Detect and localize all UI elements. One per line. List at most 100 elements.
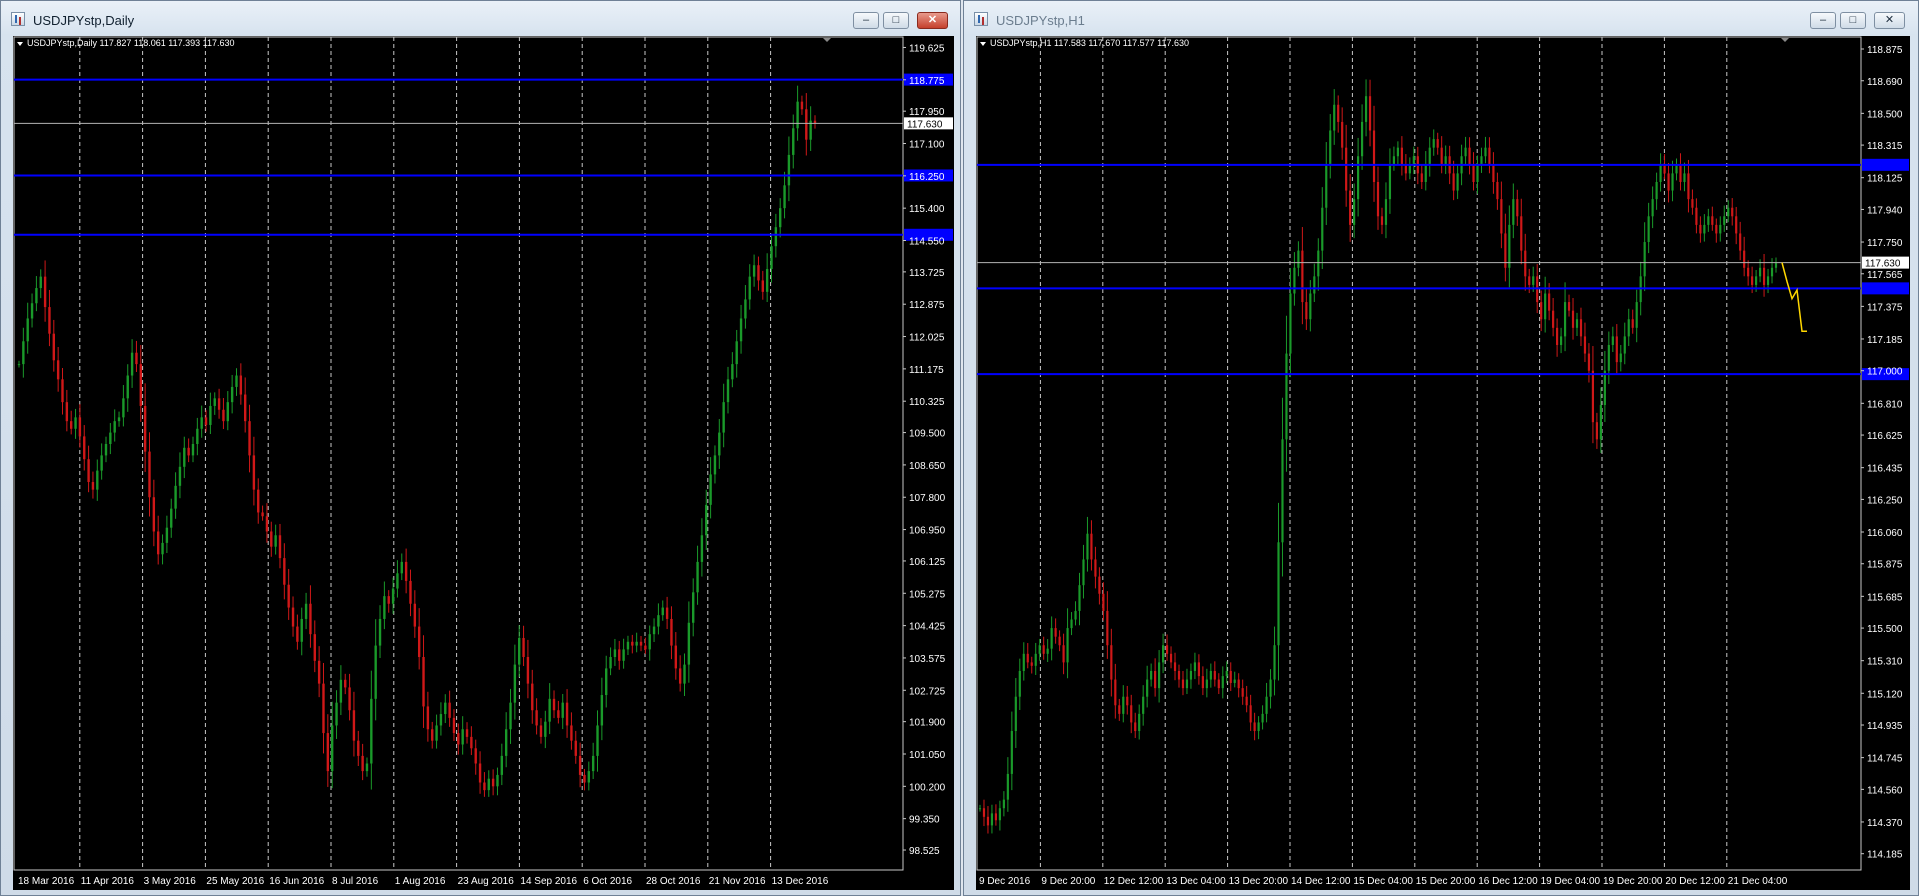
candle-body bbox=[1516, 199, 1519, 217]
y-axis-tick-label: 113.725 bbox=[909, 268, 945, 279]
y-axis-tick-label: 117.375 bbox=[1867, 302, 1903, 313]
candle-body bbox=[644, 645, 647, 650]
y-axis-tick-label: 118.690 bbox=[1867, 77, 1903, 88]
candle-body bbox=[1038, 645, 1041, 654]
candle-body bbox=[109, 432, 112, 444]
candle-body bbox=[1762, 267, 1766, 285]
candle-body bbox=[148, 451, 151, 498]
candle-body bbox=[287, 584, 290, 608]
x-axis-tick-label: 3 May 2016 bbox=[144, 876, 197, 887]
maximize-button[interactable]: □ bbox=[1840, 12, 1866, 29]
candle-body bbox=[1611, 336, 1614, 345]
chart-area-h1[interactable]: 9 Dec 2016 9 Dec 20:00 12 Dec 12:00 13 Dec … bbox=[976, 36, 1910, 890]
candle-body bbox=[1376, 181, 1380, 217]
candle-body bbox=[1436, 139, 1439, 148]
candle-body bbox=[104, 443, 108, 456]
candle-body bbox=[1102, 593, 1105, 611]
candle-body bbox=[1368, 96, 1372, 131]
candle-body bbox=[1412, 156, 1415, 165]
candle-body bbox=[1388, 164, 1392, 200]
x-axis-tick-label: 13 Dec 04:00 bbox=[1166, 876, 1226, 887]
y-axis-tick-label: 114.550 bbox=[909, 236, 945, 247]
candle-body bbox=[1173, 662, 1177, 671]
candle-body bbox=[478, 763, 482, 783]
y-axis-tick-label: 115.400 bbox=[909, 204, 945, 215]
candle-body bbox=[431, 729, 434, 741]
minimize-button[interactable]: – bbox=[853, 12, 879, 29]
candle-body bbox=[1695, 207, 1698, 225]
candle-body bbox=[1165, 645, 1169, 654]
candle-body bbox=[748, 276, 751, 300]
candle-body bbox=[1380, 216, 1384, 225]
candle-body bbox=[152, 497, 156, 532]
candle-body bbox=[678, 668, 682, 684]
candle-body bbox=[578, 755, 582, 775]
y-axis-tick-label: 116.250 bbox=[1867, 495, 1903, 506]
chart-header: USDJPYstp,Daily 117.827 118.061 117.393 … bbox=[27, 38, 234, 48]
candle-body bbox=[1428, 147, 1431, 165]
candle-body bbox=[78, 417, 82, 437]
candle-body bbox=[805, 109, 808, 140]
candle-body bbox=[1070, 619, 1073, 629]
title-bar[interactable]: USDJPYstp,H1 – □ ✕ bbox=[964, 1, 1918, 37]
candle-body bbox=[535, 710, 538, 726]
candle-body bbox=[570, 725, 573, 741]
close-button[interactable]: ✕ bbox=[1874, 12, 1905, 29]
candle-body bbox=[990, 813, 994, 826]
candle-body bbox=[1297, 250, 1300, 268]
candle-body bbox=[1014, 696, 1017, 732]
candle-body bbox=[1659, 164, 1662, 182]
candle-body bbox=[1177, 670, 1181, 680]
candle-body bbox=[1488, 147, 1491, 165]
candle-body bbox=[1464, 147, 1467, 157]
candle-body bbox=[1500, 199, 1503, 234]
candlestick-chart-daily[interactable]: 18 Mar 2016 11 Apr 2016 3 May 2016 25 May 2… bbox=[13, 36, 954, 890]
candle-body bbox=[978, 808, 982, 810]
candle-body bbox=[1357, 156, 1360, 200]
candle-body bbox=[757, 265, 760, 281]
candle-body bbox=[1392, 156, 1396, 165]
y-axis-tick-label: 109.500 bbox=[909, 429, 946, 440]
candle-body bbox=[787, 154, 791, 186]
candle-body bbox=[539, 725, 543, 737]
candle-body bbox=[1520, 216, 1523, 251]
candle-body bbox=[1755, 276, 1758, 285]
candle-body bbox=[1090, 533, 1093, 560]
candle-body bbox=[1257, 722, 1260, 732]
candle-body bbox=[291, 607, 295, 627]
chart-window-daily[interactable]: USDJPYstp,Daily – □ ✕ 18 Mar 2016 11 Apr … bbox=[0, 0, 961, 896]
maximize-button[interactable]: □ bbox=[883, 12, 909, 29]
candle-body bbox=[1042, 645, 1045, 654]
chart-header: USDJPYstp,H1 117.583 117.670 117.577 117… bbox=[990, 38, 1189, 48]
minimize-button[interactable]: – bbox=[1810, 12, 1836, 29]
y-axis-tick-label: 115.875 bbox=[1867, 560, 1903, 571]
candle-body bbox=[1325, 164, 1328, 208]
candle-body bbox=[1341, 121, 1344, 148]
close-button[interactable]: ✕ bbox=[917, 12, 948, 29]
candle-body bbox=[470, 736, 473, 749]
candle-body bbox=[1229, 670, 1232, 683]
candle-body bbox=[596, 725, 599, 756]
candle-body bbox=[409, 580, 412, 604]
chart-area-daily[interactable]: 18 Mar 2016 11 Apr 2016 3 May 2016 25 May 2… bbox=[13, 36, 954, 890]
candle-body bbox=[43, 276, 47, 308]
candle-body bbox=[413, 603, 417, 627]
candle-body bbox=[1289, 293, 1292, 354]
candle-body bbox=[518, 637, 521, 665]
chart-window-h1[interactable]: USDJPYstp,H1 – □ ✕ 9 Dec 2016 9 Dec 20:00… bbox=[963, 0, 1919, 896]
candle-body bbox=[335, 702, 338, 726]
y-axis-tick-label: 111.175 bbox=[909, 365, 944, 376]
level-price-tag bbox=[1862, 158, 1909, 171]
title-bar[interactable]: USDJPYstp,Daily – □ ✕ bbox=[1, 1, 960, 37]
candle-body bbox=[1420, 173, 1423, 182]
candle-body bbox=[1532, 276, 1535, 285]
y-axis-tick-label: 101.050 bbox=[909, 750, 946, 761]
candle-body bbox=[278, 535, 282, 559]
candle-body bbox=[1444, 156, 1447, 165]
y-axis-tick-label: 102.725 bbox=[909, 686, 946, 697]
candle-body bbox=[161, 542, 164, 555]
candlestick-chart-h1[interactable]: 9 Dec 2016 9 Dec 20:00 12 Dec 12:00 13 Dec … bbox=[976, 36, 1910, 890]
candle-body bbox=[352, 710, 356, 741]
candle-body bbox=[1723, 216, 1726, 225]
y-axis-tick-label: 101.900 bbox=[909, 718, 946, 729]
